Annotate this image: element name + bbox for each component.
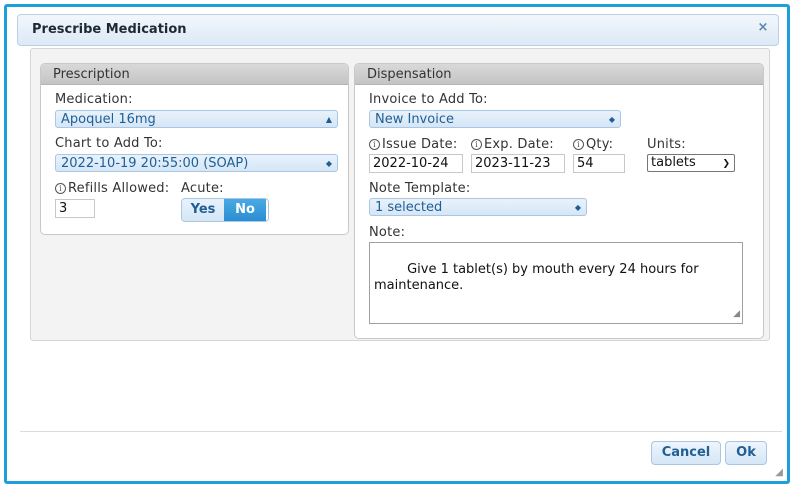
chevron-down-icon: ❯	[722, 159, 730, 169]
exp-date-label: i Exp. Date:	[471, 137, 554, 152]
qty-label: i Qty:	[573, 137, 613, 152]
issue-date-label-text: Issue Date:	[382, 137, 458, 152]
dispensation-panel: Dispensation Invoice to Add To: New Invo…	[354, 63, 764, 339]
close-icon[interactable]: ×	[756, 21, 770, 35]
prescription-panel: Prescription Medication: Apoquel 16mg ▲ …	[40, 63, 349, 235]
dialog-title: Prescribe Medication	[32, 22, 187, 37]
issue-date-label: i Issue Date:	[369, 137, 457, 152]
dialog-titlebar: Prescribe Medication ×	[17, 14, 779, 46]
note-template-select-value: 1 selected	[375, 200, 443, 215]
units-select[interactable]: tablets ❯	[647, 154, 735, 172]
dialog-content: Prescription Medication: Apoquel 16mg ▲ …	[30, 48, 770, 341]
updown-arrow-icon: ▲	[325, 115, 332, 124]
updown-arrow-icon: ◆	[574, 203, 581, 212]
textarea-resize-icon[interactable]: ◢	[733, 306, 740, 322]
ok-button[interactable]: Ok	[725, 441, 767, 465]
note-template-label: Note Template:	[369, 181, 471, 196]
note-label: Note:	[369, 225, 406, 240]
refills-label: i Refills Allowed:	[55, 181, 169, 196]
chart-select[interactable]: 2022-10-19 20:55:00 (SOAP) ◆	[55, 154, 338, 172]
dispensation-heading: Dispensation	[355, 64, 763, 85]
footer-divider	[20, 431, 782, 432]
prescription-heading: Prescription	[41, 64, 348, 85]
note-textarea[interactable]: Give 1 tablet(s) by mouth every 24 hours…	[369, 242, 743, 324]
acute-toggle: Yes No	[181, 198, 269, 222]
dialog-resize-icon[interactable]: ◢	[775, 467, 783, 478]
info-icon: i	[55, 183, 66, 194]
updown-arrow-icon: ◆	[608, 115, 615, 124]
refills-input[interactable]: 3	[55, 199, 95, 218]
medication-select[interactable]: Apoquel 16mg ▲	[55, 110, 338, 128]
units-label: Units:	[647, 137, 686, 152]
invoice-select-value: New Invoice	[375, 112, 454, 127]
chart-label: Chart to Add To:	[55, 136, 163, 151]
medication-select-value: Apoquel 16mg	[61, 112, 156, 127]
info-icon: i	[471, 139, 482, 150]
acute-yes-button[interactable]: Yes	[182, 199, 224, 221]
qty-label-text: Qty:	[586, 137, 614, 152]
chart-select-value: 2022-10-19 20:55:00 (SOAP)	[61, 156, 249, 171]
issue-date-input[interactable]: 2022-10-24	[369, 154, 463, 173]
acute-no-button[interactable]: No	[224, 199, 266, 221]
refills-label-text: Refills Allowed:	[68, 181, 170, 196]
exp-date-input[interactable]: 2023-11-23	[471, 154, 565, 173]
acute-label: Acute:	[181, 181, 224, 196]
info-icon: i	[369, 139, 380, 150]
updown-arrow-icon: ◆	[325, 159, 332, 168]
info-icon: i	[573, 139, 584, 150]
note-textarea-value: Give 1 tablet(s) by mouth every 24 hours…	[374, 262, 699, 293]
invoice-label: Invoice to Add To:	[369, 92, 488, 107]
qty-input[interactable]: 54	[573, 154, 625, 173]
cancel-button[interactable]: Cancel	[651, 441, 721, 465]
exp-date-label-text: Exp. Date:	[484, 137, 554, 152]
medication-label: Medication:	[55, 92, 133, 107]
prescribe-medication-dialog: Prescribe Medication × Prescription Medi…	[4, 4, 790, 484]
invoice-select[interactable]: New Invoice ◆	[369, 110, 621, 128]
note-template-select[interactable]: 1 selected ◆	[369, 198, 587, 216]
units-select-value: tablets	[651, 155, 696, 170]
